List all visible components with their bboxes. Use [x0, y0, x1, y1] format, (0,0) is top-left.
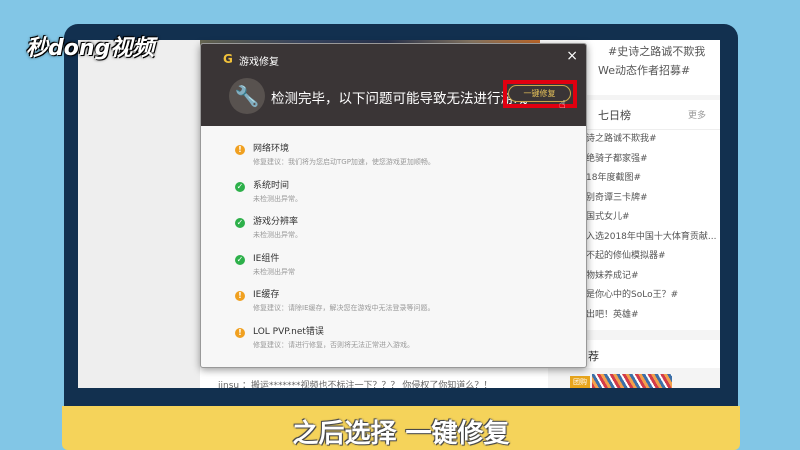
wrench-icon: 🔧 [229, 78, 265, 114]
close-button[interactable]: × [566, 48, 578, 64]
site-logo: 秒dong视频 [26, 36, 155, 61]
check-item-desc: 未检测出异常。 [253, 231, 302, 239]
check-item: ✓ 游戏分辨率未检测出异常。 [235, 216, 586, 253]
warning-icon: ! [235, 327, 245, 338]
check-item-desc: 未检测出异常。 [253, 194, 302, 203]
badge: 团购 [570, 376, 590, 388]
check-item-desc: 修复建议：我们将为您启动TGP加速，使您游戏更加顺畅。 [253, 158, 435, 166]
check-item-name: 游戏分辨率 [253, 217, 299, 227]
check-item-desc: 修复建议：请进行修复，否则将无法正常进入游戏。 [253, 340, 414, 349]
check-item-name: 系统时间 [253, 180, 290, 191]
check-item: ✓ IE组件未检测出异常 [235, 253, 586, 290]
subtitle-bar: 之后选择 一键修复 [62, 406, 740, 450]
rank-title: 七日榜 [598, 108, 631, 122]
check-item: ! IE缓存修复建议：请除IE缓存，解决您在游戏中无法登录等问题。 [235, 289, 586, 326]
warning-icon: ! [235, 145, 245, 155]
more-link[interactable]: 更多 [688, 108, 706, 121]
game-repair-dialog: G 游戏修复 × 🔧 检测完毕，以下问题可能导致无法进行游戏 一键修复 ☝ ! 网… [200, 43, 587, 368]
check-item-name: IE组件 [253, 253, 280, 264]
check-icon: ✓ [235, 218, 245, 228]
dialog-title: 游戏修复 [239, 57, 279, 68]
app-logo-icon: G [223, 52, 233, 66]
left-sidebar [78, 40, 200, 388]
comment-text: jinsu ：搬运*******视频也不标注一下？？？ 你侵权了你知道么？！ [218, 381, 493, 388]
banner-image[interactable] [592, 374, 672, 388]
check-icon: ✓ [235, 254, 245, 265]
check-item-desc: 修复建议：请除IE缓存，解决您在游戏中无法登录等问题。 [253, 304, 435, 312]
check-item: ✓ 系统时间未检测出异常。 [235, 180, 586, 217]
check-item-name: 网络环境 [253, 144, 290, 154]
check-item: ! 网络环境修复建议：我们将为您启动TGP加速，使您游戏更加顺畅。 [235, 143, 586, 180]
check-item-name: LOL PVP.net错误 [253, 326, 324, 337]
scan-result-message: 检测完毕，以下问题可能导致无法进行游戏 [271, 91, 528, 107]
warning-icon: ! [235, 291, 245, 301]
check-item: ! LOL PVP.net错误修复建议：请进行修复，否则将无法正常进入游戏。 [235, 326, 586, 363]
check-icon: ✓ [235, 181, 245, 192]
check-item-desc: 未检测出异常 [253, 267, 295, 276]
check-item-name: IE缓存 [253, 290, 280, 300]
hand-cursor-icon: ☝ [559, 98, 566, 111]
subtitle: 之后选择 一键修复 [292, 419, 510, 449]
